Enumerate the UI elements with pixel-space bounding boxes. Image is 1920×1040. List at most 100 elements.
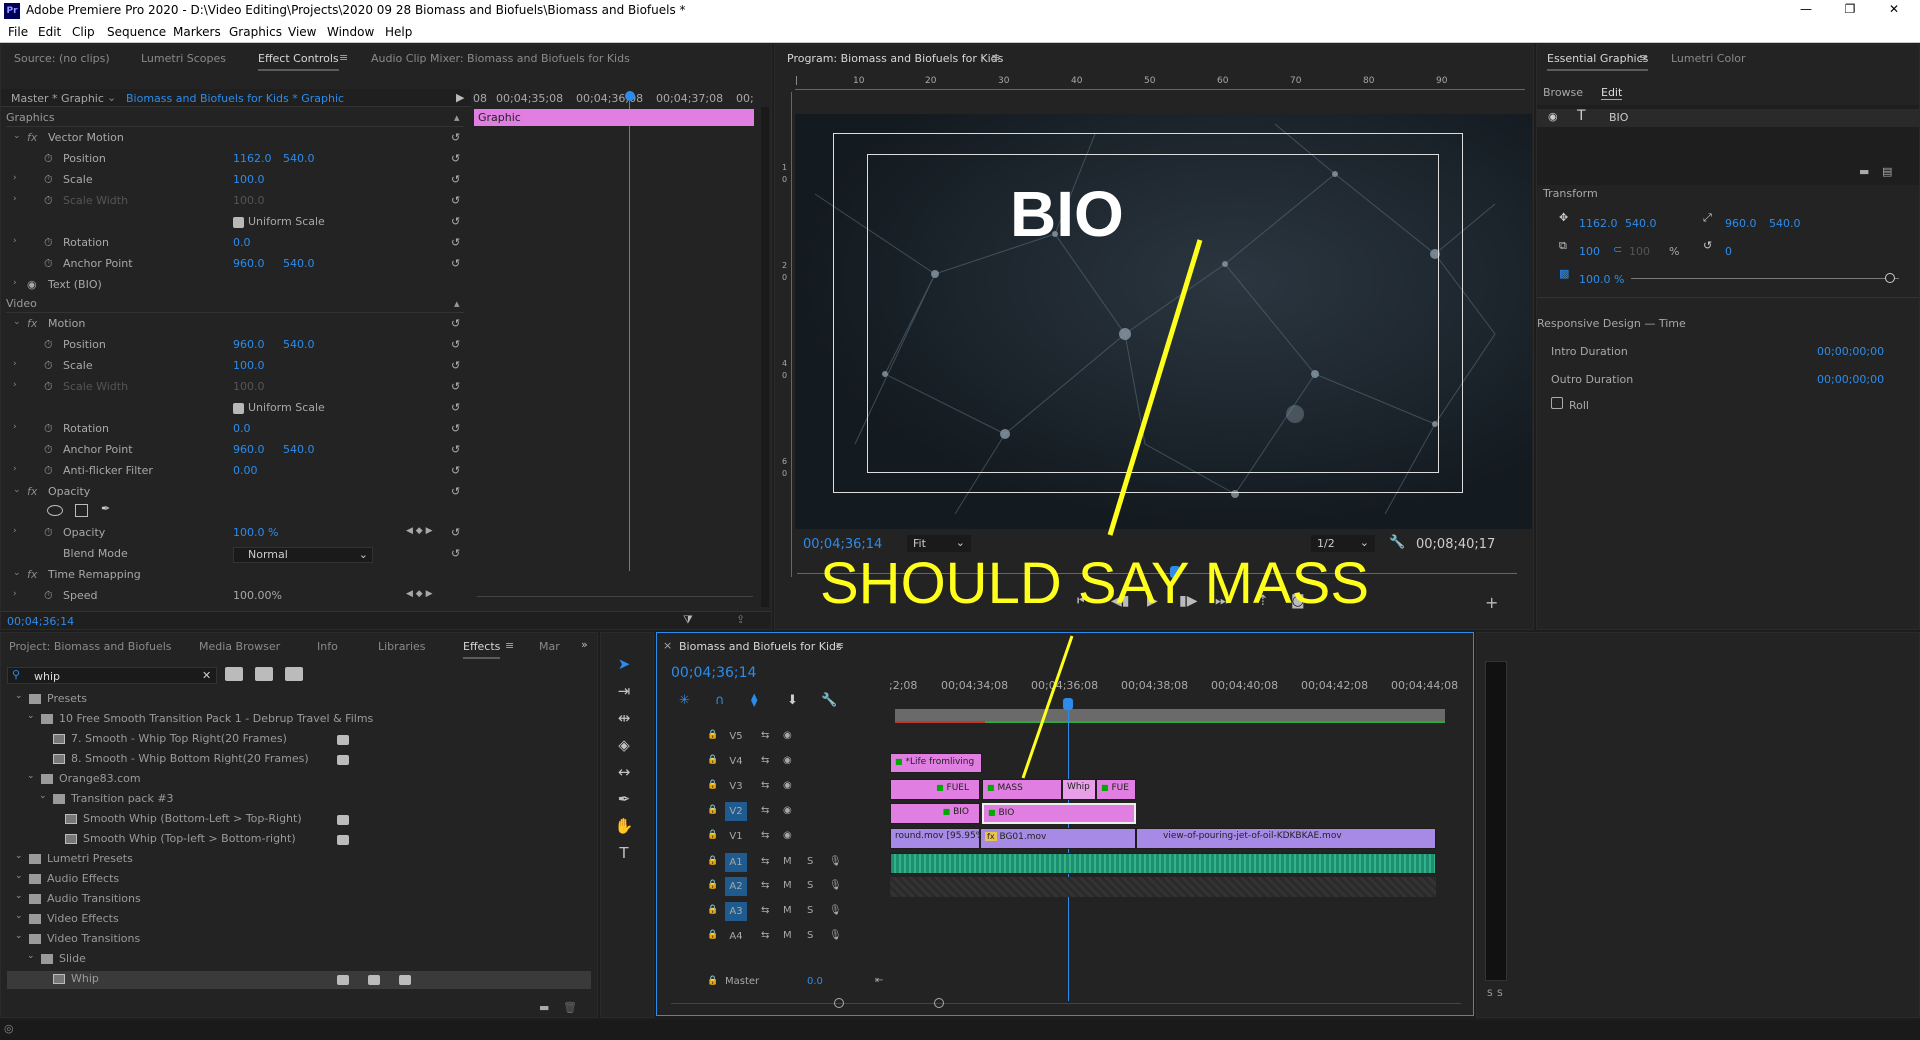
program-video-frame[interactable]: BIO: [795, 114, 1532, 529]
sync-lock-icon[interactable]: ⇆: [761, 830, 769, 841]
chevron-down-icon[interactable]: ⌄: [107, 91, 116, 104]
eye-icon[interactable]: ◉: [783, 780, 792, 791]
zoom-scroll-bar[interactable]: [477, 596, 753, 597]
new-folder-icon[interactable]: ▬: [539, 1001, 549, 1014]
track-target-toggle[interactable]: A2: [725, 877, 747, 896]
timeline-settings-icon[interactable]: 🔧: [821, 693, 837, 708]
tab-source[interactable]: Source: (no clips): [14, 52, 110, 65]
slip-tool-icon[interactable]: ↔: [613, 761, 635, 783]
razor-tool-icon[interactable]: ◈: [613, 734, 635, 756]
vector-motion-row[interactable]: ⌄ fx Vector Motion ↺: [1, 131, 463, 148]
timeline-zoom-bar[interactable]: [671, 1003, 1461, 1004]
tab-lumetri-color[interactable]: Lumetri Color: [1671, 52, 1746, 65]
mute-button[interactable]: M: [783, 880, 792, 891]
eg-anchor-y[interactable]: 540.0: [1769, 217, 1801, 230]
lock-icon[interactable]: 🔒: [707, 930, 718, 940]
menu-graphics[interactable]: Graphics: [229, 25, 282, 39]
tree-item[interactable]: ⌄ Audio Effects: [7, 871, 591, 889]
uniform-scale-checkbox[interactable]: [233, 216, 244, 228]
clip-mass[interactable]: ■ MASS: [982, 779, 1062, 800]
menu-window[interactable]: Window: [327, 25, 374, 39]
pen-tool-icon[interactable]: ✒: [613, 788, 635, 810]
zoom-handle-right[interactable]: [934, 998, 944, 1008]
tab-essential-graphics[interactable]: Essential Graphics: [1547, 52, 1649, 71]
track-target-toggle[interactable]: V5: [725, 727, 747, 746]
reset-icon[interactable]: ↺: [451, 485, 460, 498]
stopwatch-icon[interactable]: ⏱: [44, 173, 53, 187]
expand-icon[interactable]: ›: [13, 422, 17, 432]
eg-position-y[interactable]: 540.0: [1625, 217, 1657, 230]
fx-icon[interactable]: fx: [27, 568, 37, 581]
add-marker-icon[interactable]: ⬇: [787, 693, 798, 708]
chevron-up-icon[interactable]: ▴: [454, 111, 460, 124]
work-area-bar[interactable]: [895, 709, 1445, 721]
anchor-x-value[interactable]: 960.0: [233, 443, 265, 456]
reset-icon[interactable]: ↺: [451, 317, 460, 330]
lock-icon[interactable]: 🔒: [707, 730, 718, 740]
menu-clip[interactable]: Clip: [72, 25, 95, 39]
blend-mode-select[interactable]: Normal ⌄: [233, 547, 373, 563]
play-only-icon[interactable]: ▶: [456, 91, 464, 104]
expand-icon[interactable]: ›: [13, 236, 17, 246]
reset-icon[interactable]: ↺: [451, 215, 460, 228]
expand-icon[interactable]: ⌄: [15, 891, 23, 901]
export-icon[interactable]: ⇪: [736, 613, 745, 626]
restore-button[interactable]: ❐: [1830, 2, 1870, 16]
tab-lumetri-scopes[interactable]: Lumetri Scopes: [141, 52, 226, 65]
menu-view[interactable]: View: [288, 25, 316, 39]
sync-lock-icon[interactable]: ⇆: [761, 905, 769, 916]
menu-markers[interactable]: Markers: [173, 25, 221, 39]
expand-icon[interactable]: ⌄: [15, 871, 23, 881]
add-button-icon[interactable]: +: [1485, 593, 1498, 612]
opacity-slider[interactable]: [1631, 278, 1899, 279]
track-target-toggle[interactable]: A1: [725, 853, 747, 872]
panel-menu-icon[interactable]: ≡: [505, 639, 514, 652]
delete-icon[interactable]: 🗑: [563, 1001, 577, 1014]
stopwatch-icon[interactable]: ⏱: [44, 152, 53, 166]
eg-scale[interactable]: 100: [1579, 245, 1600, 258]
more-tabs-icon[interactable]: »: [581, 638, 588, 651]
chevron-up-icon[interactable]: ▴: [454, 297, 460, 310]
position-x-value[interactable]: 960.0: [233, 338, 265, 351]
zoom-handle-left[interactable]: [834, 998, 844, 1008]
timeline-title[interactable]: Biomass and Biofuels for Kids: [679, 640, 842, 653]
uniform-scale-checkbox[interactable]: [233, 402, 244, 414]
sync-lock-icon[interactable]: ⇆: [761, 805, 769, 816]
reset-icon[interactable]: ↺: [451, 401, 460, 414]
text-layer-row[interactable]: › ◉ Text (BIO): [1, 278, 463, 295]
expand-icon[interactable]: ›: [13, 589, 17, 599]
reset-icon[interactable]: ↺: [451, 464, 460, 477]
expand-icon[interactable]: ⌄: [13, 131, 21, 141]
keyframe-nav-icon[interactable]: ◀ ◆ ▶: [406, 589, 433, 599]
clip-life-fromliving[interactable]: ■ *Life fromliving: [890, 753, 982, 773]
reset-icon[interactable]: ↺: [451, 443, 460, 456]
close-button[interactable]: ✕: [1874, 2, 1914, 16]
video-title-text[interactable]: BIO: [1010, 177, 1124, 251]
expand-icon[interactable]: ⌄: [27, 771, 35, 781]
solo-button[interactable]: S: [807, 905, 813, 916]
eye-icon[interactable]: ◉: [783, 830, 792, 841]
eg-opacity[interactable]: 100.0 %: [1579, 273, 1624, 286]
fx-icon[interactable]: fx: [27, 485, 37, 498]
voiceover-record-icon[interactable]: 🎙: [829, 856, 842, 867]
32bit-effects-icon[interactable]: [255, 667, 273, 681]
tree-item[interactable]: Smooth Whip (Bottom-Left > Top-Right): [7, 811, 591, 829]
stopwatch-icon[interactable]: ⏱: [44, 338, 53, 352]
audio-clip-a1[interactable]: [890, 853, 1436, 874]
solo-right-button[interactable]: S: [1497, 989, 1503, 999]
expand-icon[interactable]: ⌄: [27, 951, 35, 961]
tree-item[interactable]: ⌄ Audio Transitions: [7, 891, 591, 909]
clip-bg01[interactable]: fx BG01.mov: [980, 828, 1136, 849]
position-y-value[interactable]: 540.0: [283, 152, 315, 165]
reset-icon[interactable]: ↺: [451, 257, 460, 270]
track-select-tool-icon[interactable]: ⇥: [613, 680, 635, 702]
voiceover-record-icon[interactable]: 🎙: [829, 905, 842, 916]
tree-item[interactable]: 7. Smooth - Whip Top Right(20 Frames): [7, 731, 591, 749]
snap-icon[interactable]: ∩: [715, 693, 725, 708]
menu-file[interactable]: File: [8, 25, 28, 39]
panel-menu-icon[interactable]: ≡: [835, 639, 844, 652]
tree-item[interactable]: 8. Smooth - Whip Bottom Right(20 Frames): [7, 751, 591, 769]
solo-button[interactable]: S: [807, 880, 813, 891]
fx-icon[interactable]: fx: [27, 317, 37, 330]
stopwatch-icon[interactable]: ⏱: [44, 464, 53, 478]
